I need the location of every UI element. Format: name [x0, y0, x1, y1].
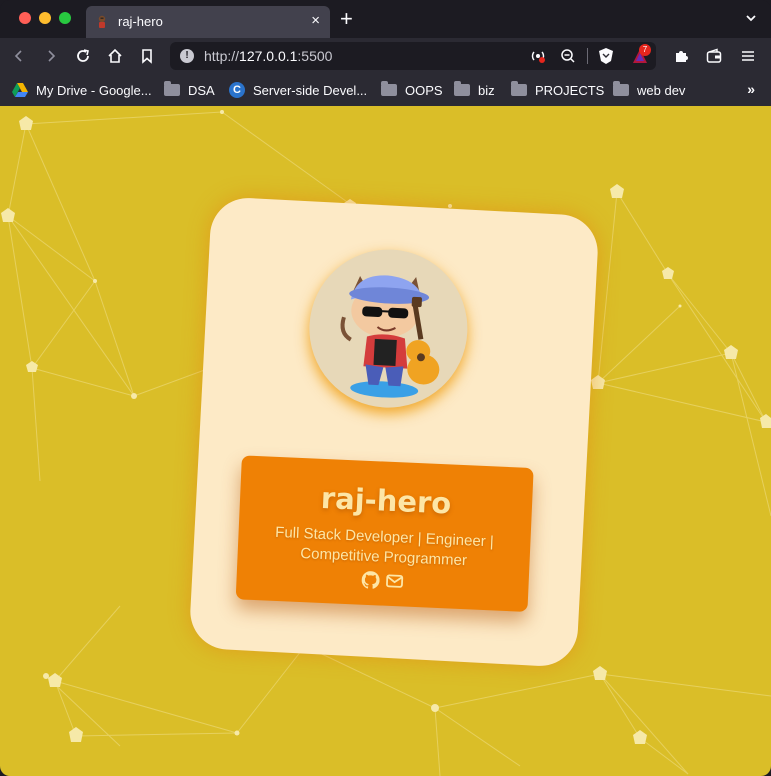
- bookmark-label: PROJECTS: [535, 82, 605, 98]
- browser-window: raj-hero × + ! http://127.0.0.1:5500 7 M…: [0, 0, 771, 776]
- bookmark-label: Server-side Devel...: [253, 82, 368, 98]
- bookmark-label: My Drive - Google...: [36, 82, 152, 98]
- tab-title: raj-hero: [118, 14, 163, 29]
- wallet-icon[interactable]: [704, 46, 724, 66]
- tab-close-icon[interactable]: ×: [311, 12, 320, 29]
- url-separator: [587, 48, 588, 64]
- tab-strip: raj-hero × +: [0, 0, 771, 38]
- home-icon[interactable]: [105, 46, 125, 66]
- url-text[interactable]: http://127.0.0.1:5500: [204, 48, 332, 64]
- url-host: 127.0.0.1: [239, 48, 298, 64]
- rewards-extension-icon[interactable]: 7: [632, 44, 651, 64]
- google-drive-icon: [12, 83, 28, 97]
- folder-icon: [613, 81, 629, 96]
- profile-card: raj-hero Full Stack Developer | Engineer…: [188, 196, 600, 668]
- window-maximize-button[interactable]: [59, 12, 71, 24]
- bookmark-item[interactable]: PROJECTS: [511, 80, 604, 100]
- back-icon[interactable]: [9, 46, 29, 66]
- octocat-favicon-icon: [98, 15, 106, 28]
- bookmark-icon[interactable]: [137, 46, 157, 66]
- bookmark-item[interactable]: DSA: [164, 80, 215, 100]
- extensions-puzzle-icon[interactable]: [671, 46, 691, 66]
- extension-badge: 7: [639, 44, 651, 56]
- brave-shield-icon[interactable]: [598, 47, 614, 65]
- bookmark-label: OOPS: [405, 82, 443, 98]
- github-icon[interactable]: [361, 571, 380, 590]
- tab-raj-hero[interactable]: raj-hero ×: [86, 6, 330, 38]
- folder-icon: [381, 81, 397, 96]
- broadcast-icon[interactable]: [530, 48, 546, 64]
- mail-icon[interactable]: [385, 572, 404, 591]
- octocat-guitarist-illustration: [340, 275, 440, 398]
- bookmark-item[interactable]: C Server-side Devel...: [229, 80, 367, 100]
- folder-icon: [164, 81, 180, 96]
- url-bar[interactable]: ! http://127.0.0.1:5500 7: [170, 42, 656, 70]
- window-minimize-button[interactable]: [39, 12, 51, 24]
- new-tab-icon[interactable]: +: [340, 8, 353, 30]
- menu-icon[interactable]: [738, 46, 758, 66]
- bookmarks-overflow-icon[interactable]: »: [747, 81, 755, 97]
- chevron-down-icon[interactable]: [745, 12, 757, 24]
- bookmark-item[interactable]: OOPS: [381, 80, 443, 100]
- profile-role: Full Stack Developer | Engineer | Compet…: [274, 523, 495, 570]
- bookmark-label: web dev: [637, 82, 686, 98]
- forward-icon[interactable]: [41, 46, 61, 66]
- bookmark-item[interactable]: My Drive - Google...: [12, 80, 152, 100]
- page-content: raj-hero Full Stack Developer | Engineer…: [0, 106, 771, 776]
- bookmark-label: DSA: [188, 82, 215, 98]
- bookmark-label: biz: [478, 82, 495, 98]
- window-close-button[interactable]: [19, 12, 31, 24]
- folder-icon: [454, 81, 470, 96]
- profile-info-panel: raj-hero Full Stack Developer | Engineer…: [235, 455, 534, 612]
- coursera-icon: C: [229, 82, 245, 98]
- profile-name: raj-hero: [320, 480, 452, 521]
- url-scheme: http://: [204, 48, 240, 64]
- zoom-out-icon[interactable]: [560, 48, 576, 64]
- folder-icon: [511, 81, 527, 96]
- avatar: [305, 245, 472, 412]
- bookmark-item[interactable]: web dev: [613, 80, 685, 100]
- url-port: :5500: [297, 48, 333, 64]
- site-info-icon[interactable]: !: [180, 49, 194, 63]
- reload-icon[interactable]: [73, 46, 93, 66]
- navigation-toolbar: ! http://127.0.0.1:5500 7: [0, 38, 771, 74]
- bookmark-item[interactable]: biz: [454, 80, 495, 100]
- bookmarks-bar: My Drive - Google... DSA C Server-side D…: [0, 74, 771, 106]
